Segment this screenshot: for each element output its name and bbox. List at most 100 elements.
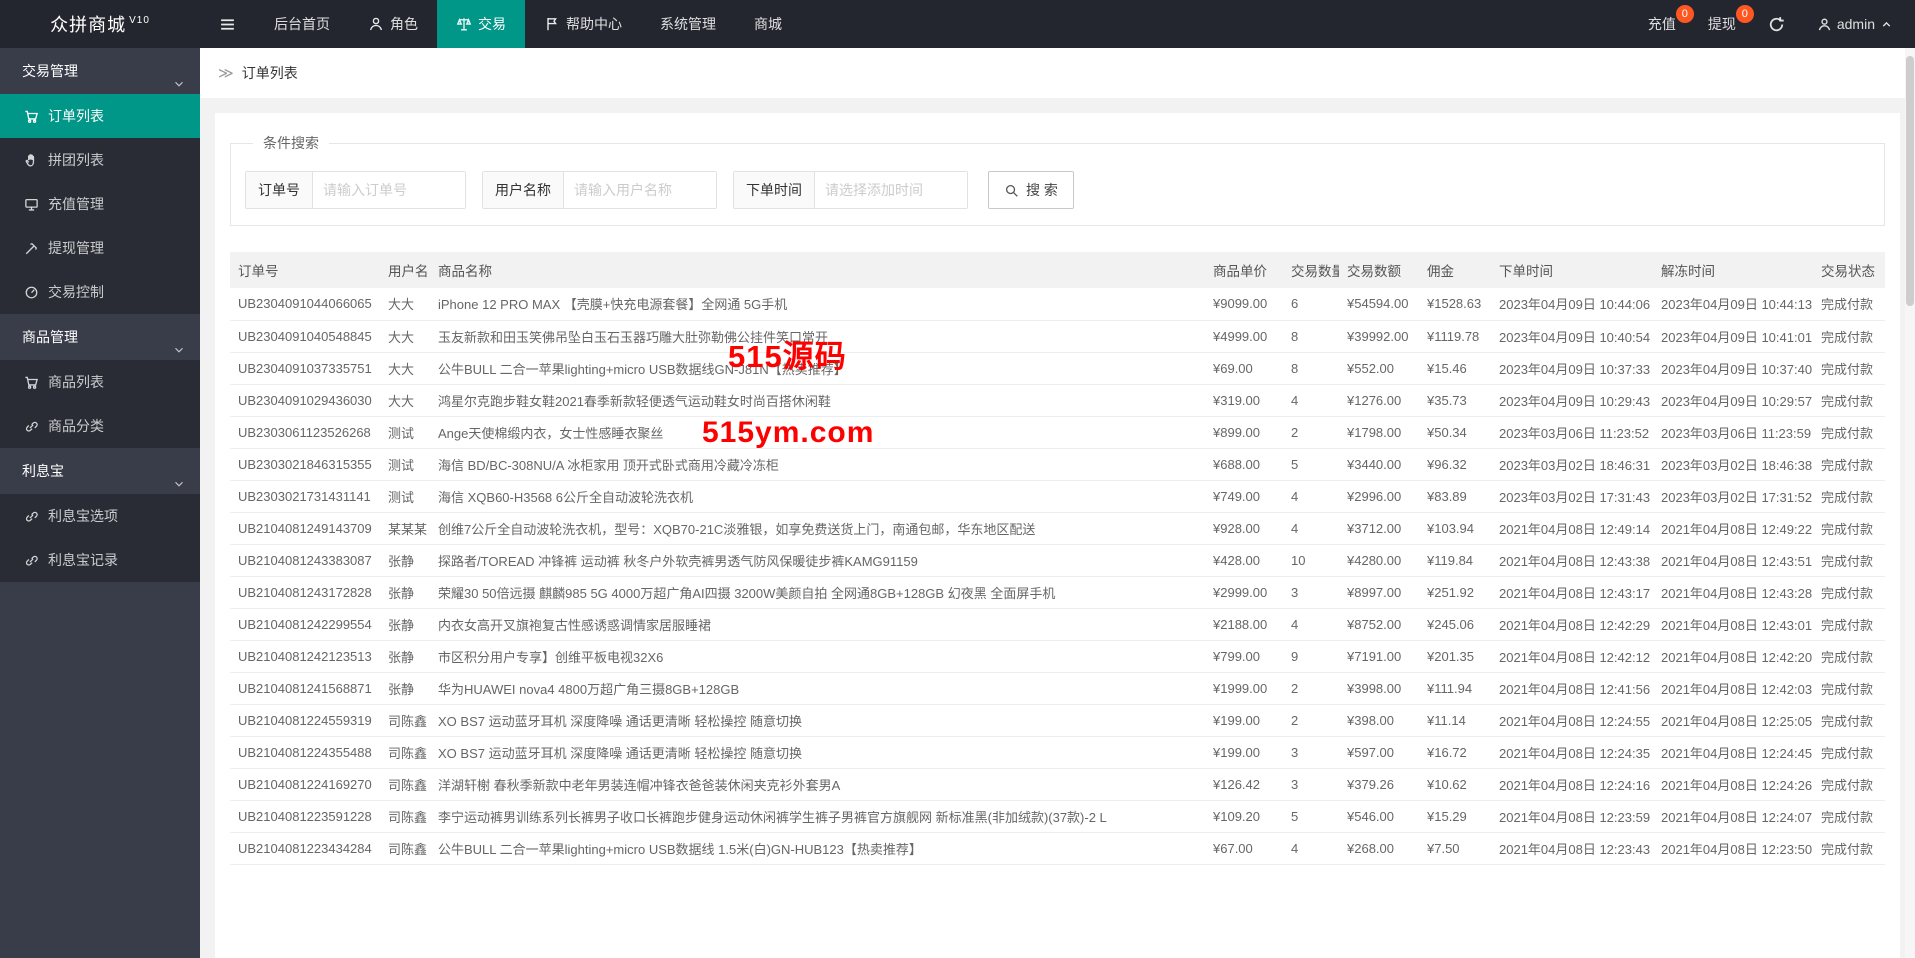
cell-amount: ¥2996.00	[1339, 480, 1419, 513]
sidebar-group-trade-mgmt[interactable]: 交易管理	[0, 48, 200, 94]
sidebar-item-withdraw-mgmt[interactable]: 提现管理	[0, 226, 200, 270]
scrollbar-thumb[interactable]	[1906, 56, 1914, 306]
cell-unfreeze-time: 2021年04月08日 12:23:50	[1653, 832, 1813, 865]
cell-amount: ¥8997.00	[1339, 576, 1419, 609]
flag-icon	[544, 16, 560, 32]
sidebar-item-order-list[interactable]: 订单列表	[0, 94, 200, 138]
cell-product: 探路者/TOREAD 冲锋裤 运动裤 秋冬户外软壳裤男透气防风保暖徒步裤KAMG…	[430, 544, 1205, 577]
search-icon	[1004, 183, 1019, 198]
table-row[interactable]: UB2104081243383087 张静 探路者/TOREAD 冲锋裤 运动裤 秋…	[230, 544, 1885, 577]
table-row[interactable]: UB2104081224559319 司陈鑫 XO BS7 运动蓝牙耳机 深度降噪 …	[230, 704, 1885, 737]
cell-order-no: UB2304091044066065	[230, 288, 380, 321]
cell-commission: ¥201.35	[1419, 640, 1491, 673]
cell-unfreeze-time: 2023年03月02日 17:31:52	[1653, 480, 1813, 513]
nav-item-label: 角色	[390, 16, 418, 32]
nav-item-trade[interactable]: 交易	[437, 0, 525, 48]
cell-status: 完成付款	[1813, 352, 1885, 385]
cell-order-time: 2023年03月02日 17:31:43	[1491, 480, 1653, 513]
table-row[interactable]: UB2104081223434284 司陈鑫 公牛BULL 二合一苹果lightin…	[230, 832, 1885, 865]
nav-item-mall[interactable]: 商城	[735, 0, 801, 48]
table-row[interactable]: UB2303021731431141 测试 海信 XQB60-H3568 6公斤全自…	[230, 480, 1885, 513]
recharge-button[interactable]: 充值 0	[1632, 0, 1694, 48]
nav-item-help[interactable]: 帮助中心	[525, 0, 641, 48]
table-row[interactable]: UB2104081224355488 司陈鑫 XO BS7 运动蓝牙耳机 深度降噪 …	[230, 736, 1885, 769]
cell-product: 荣耀30 50倍远摄 麒麟985 5G 4000万超广角AI四摄 3200W美颜…	[430, 576, 1205, 609]
cell-username: 司陈鑫	[380, 832, 430, 865]
col-order-time: 下单时间	[1491, 252, 1653, 288]
sidebar-item-recharge-mgmt[interactable]: 充值管理	[0, 182, 200, 226]
cell-quantity: 2	[1283, 672, 1339, 705]
page-scrollbar[interactable]	[1905, 48, 1915, 958]
table-row[interactable]: UB2304091040548845 大大 玉友新款和田玉笑佛吊坠白玉石玉器巧雕大肚…	[230, 320, 1885, 353]
cell-status: 完成付款	[1813, 544, 1885, 577]
cell-order-time: 2023年03月02日 18:46:31	[1491, 448, 1653, 481]
sidebar-item-lixibao-records[interactable]: 利息宝记录	[0, 538, 200, 582]
cell-amount: ¥552.00	[1339, 352, 1419, 385]
cell-price: ¥69.00	[1205, 352, 1283, 385]
cell-commission: ¥11.14	[1419, 704, 1491, 737]
main-nav: 后台首页 角色 交易 帮助中心 系统管理 商城	[255, 0, 801, 48]
cell-username: 张静	[380, 672, 430, 705]
table-row[interactable]: UB2104081242299554 张静 内衣女高开叉旗袍复古性感诱惑调情家居服睡…	[230, 608, 1885, 641]
cell-quantity: 4	[1283, 384, 1339, 417]
table-row[interactable]: UB2303021846315355 测试 海信 BD/BC-308NU/A 冰柜家…	[230, 448, 1885, 481]
sidebar-item-group-list[interactable]: 拼团列表	[0, 138, 200, 182]
cell-commission: ¥16.72	[1419, 736, 1491, 769]
sidebar-item-label: 商品分类	[48, 418, 104, 434]
cell-price: ¥199.00	[1205, 736, 1283, 769]
table-row[interactable]: UB2304091044066065 大大 iPhone 12 PRO MAX 【壳…	[230, 288, 1885, 321]
cell-quantity: 3	[1283, 576, 1339, 609]
cell-order-time: 2021年04月08日 12:42:29	[1491, 608, 1653, 641]
cart-icon	[24, 375, 39, 390]
cell-username: 张静	[380, 608, 430, 641]
cell-price: ¥319.00	[1205, 384, 1283, 417]
col-status: 交易状态	[1813, 252, 1885, 288]
breadcrumb: ≫ 订单列表	[200, 48, 1915, 98]
search-button[interactable]: 搜 索	[988, 171, 1074, 209]
gavel-icon	[24, 241, 39, 256]
chevron-down-icon	[172, 343, 186, 357]
table-row[interactable]: UB2104081242123513 张静 市区积分用户专享】创维平板电视32X6 ¥…	[230, 640, 1885, 673]
table-row[interactable]: UB2304091029436030 大大 鸿星尔克跑步鞋女鞋2021春季新款轻便透…	[230, 384, 1885, 417]
order-no-input[interactable]	[313, 172, 465, 208]
cell-commission: ¥245.06	[1419, 608, 1491, 641]
table-row[interactable]: UB2304091037335751 大大 公牛BULL 二合一苹果lighting…	[230, 352, 1885, 385]
admin-menu[interactable]: admin	[1801, 0, 1909, 48]
sidebar-item-trade-control[interactable]: 交易控制	[0, 270, 200, 314]
gauge-icon	[24, 285, 39, 300]
cell-commission: ¥103.94	[1419, 512, 1491, 545]
nav-item-home[interactable]: 后台首页	[255, 0, 349, 48]
table-row[interactable]: UB2104081243172828 张静 荣耀30 50倍远摄 麒麟985 5G …	[230, 576, 1885, 609]
refresh-button[interactable]	[1752, 0, 1801, 48]
table-row[interactable]: UB2104081223591228 司陈鑫 李宁运动裤男训练系列长裤男子收口长裤跑…	[230, 800, 1885, 833]
username-input[interactable]	[564, 172, 716, 208]
withdraw-button[interactable]: 提现 0	[1692, 0, 1754, 48]
table-row[interactable]: UB2303061123526268 测试 Ange天使棉缎内衣，女士性感睡衣聚丝 ¥…	[230, 416, 1885, 449]
cell-order-no: UB2303021731431141	[230, 480, 380, 513]
order-time-input[interactable]	[815, 172, 967, 208]
search-button-label: 搜 索	[1026, 182, 1058, 198]
content-card: 条件搜索 订单号 用户名称 下单时间 搜 索	[215, 113, 1900, 958]
nav-item-system[interactable]: 系统管理	[641, 0, 735, 48]
recharge-label: 充值	[1647, 16, 1676, 32]
sidebar-group-product-mgmt[interactable]: 商品管理	[0, 314, 200, 360]
table-row[interactable]: UB2104081224169270 司陈鑫 洋湖轩榭 春秋季新款中老年男装连帽冲锋…	[230, 768, 1885, 801]
nav-item-label: 商城	[754, 16, 782, 32]
cell-quantity: 4	[1283, 480, 1339, 513]
table-row[interactable]: UB2104081249143709 某某某 创维7公斤全自动波轮洗衣机，型号：XQ…	[230, 512, 1885, 545]
sidebar-toggle-button[interactable]	[200, 0, 255, 48]
cell-price: ¥2999.00	[1205, 576, 1283, 609]
cell-status: 完成付款	[1813, 320, 1885, 353]
cell-status: 完成付款	[1813, 480, 1885, 513]
table-row[interactable]: UB2104081241568871 张静 华为HUAWEI nova4 4800万…	[230, 672, 1885, 705]
sidebar-item-product-list[interactable]: 商品列表	[0, 360, 200, 404]
sidebar-item-product-category[interactable]: 商品分类	[0, 404, 200, 448]
cell-commission: ¥50.34	[1419, 416, 1491, 449]
cell-quantity: 3	[1283, 736, 1339, 769]
sidebar-group-lixibao[interactable]: 利息宝	[0, 448, 200, 494]
cell-username: 张静	[380, 576, 430, 609]
nav-item-role[interactable]: 角色	[349, 0, 437, 48]
link-icon	[24, 419, 39, 434]
watermark-line2: 515ym.com	[702, 416, 875, 449]
sidebar-item-lixibao-options[interactable]: 利息宝选项	[0, 494, 200, 538]
